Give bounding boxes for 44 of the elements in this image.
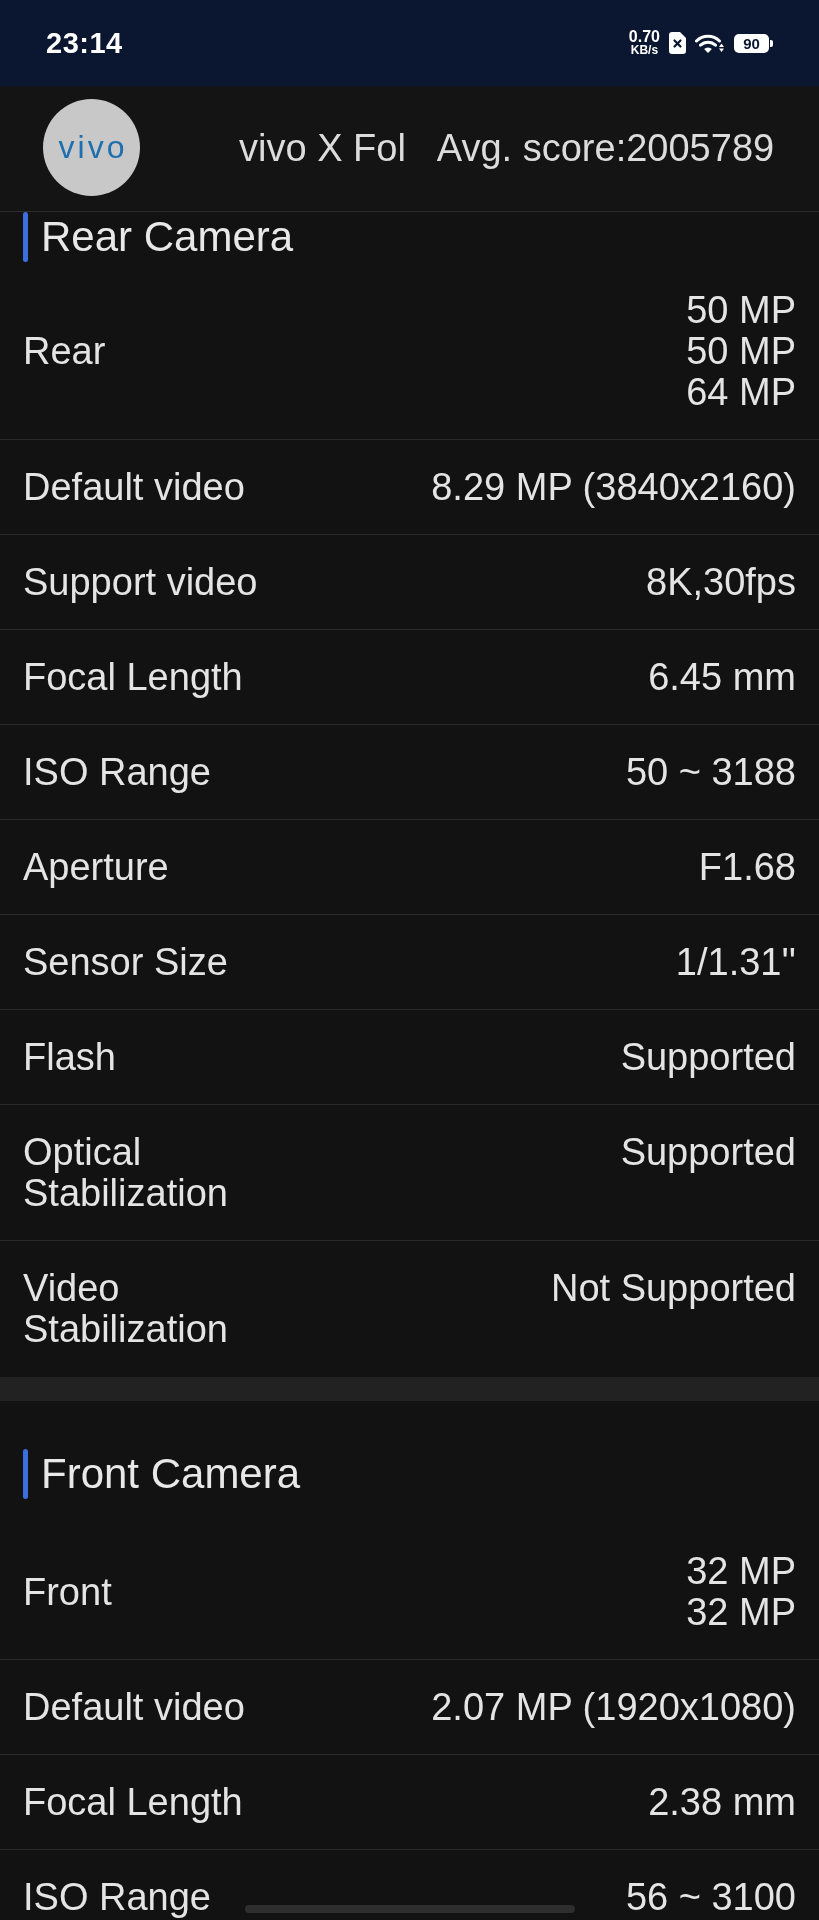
spec-value: F1.68 (698, 847, 796, 888)
spec-value: 50 MP (686, 331, 796, 372)
section-title: Rear Camera (41, 214, 294, 260)
network-speed: 0.70 (628, 29, 660, 44)
spec-value: 2.38 mm (648, 1782, 796, 1823)
spec-label: Rear (23, 331, 106, 372)
spec-value: 32 MP (686, 1551, 796, 1592)
spec-label: Optical Stabilization (23, 1132, 229, 1214)
spec-value: 64 MP (686, 372, 796, 413)
spec-label: ISO Range (23, 1877, 211, 1918)
average-score: Avg. score:2005789 (436, 127, 775, 170)
spec-value: 50 ~ 3188 (625, 752, 796, 793)
clock-time: 23:14 (46, 26, 123, 60)
spec-label: Support video (23, 562, 258, 603)
section-marker-icon (23, 212, 28, 262)
spec-value: 1/1.31'' (675, 942, 796, 983)
wifi-icon (695, 32, 725, 54)
spec-label: Focal Length (23, 657, 243, 698)
spec-label: Aperture (23, 847, 169, 888)
spec-value: 8K,30fps (646, 562, 796, 603)
brand-logo: vivo (43, 99, 140, 196)
sim-card-icon (669, 32, 686, 54)
spec-value: Not Supported (550, 1268, 796, 1309)
spec-label: Sensor Size (23, 942, 228, 983)
speed-unit: KB/s (630, 44, 659, 57)
spec-value: Supported (620, 1132, 796, 1173)
spec-value: 2.07 MP (1920x1080) (431, 1687, 796, 1728)
spec-value: Supported (620, 1037, 796, 1078)
spec-label: Default video (23, 1687, 245, 1728)
spec-label: ISO Range (23, 752, 211, 793)
spec-value: 50 MP (686, 290, 796, 331)
device-name: vivo X Fol (239, 127, 406, 170)
section-marker-icon (23, 1449, 28, 1499)
spec-label: Default video (23, 467, 245, 508)
spec-label: Video Stabilization (23, 1268, 229, 1350)
spec-label: Flash (23, 1037, 116, 1078)
spec-label: Front (23, 1571, 112, 1613)
spec-label: Focal Length (23, 1782, 243, 1823)
spec-value: 6.45 mm (648, 657, 796, 698)
spec-value: 56 ~ 3100 (625, 1877, 796, 1918)
spec-value: 32 MP (686, 1592, 796, 1633)
section-title: Front Camera (41, 1451, 301, 1497)
spec-value: 8.29 MP (3840x2160) (431, 467, 796, 508)
home-indicator[interactable] (245, 1905, 575, 1913)
